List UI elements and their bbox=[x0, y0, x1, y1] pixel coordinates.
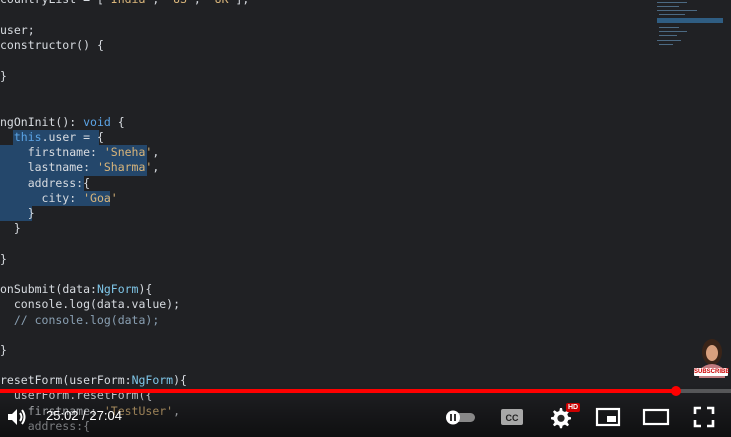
code-token: } bbox=[0, 206, 35, 220]
current-time: 25:02 bbox=[46, 408, 79, 423]
code-line: firstname: 'Sneha', bbox=[0, 145, 160, 160]
code-line: ngOnInit(): void { bbox=[0, 115, 125, 130]
code-line: } bbox=[0, 69, 7, 84]
minimap bbox=[657, 0, 723, 60]
volume-icon bbox=[8, 409, 26, 425]
code-token: console.log(data.value); bbox=[0, 297, 181, 311]
code-token: firstname: bbox=[0, 145, 104, 159]
code-line: lastname: 'Sharma', bbox=[0, 160, 160, 175]
code-line: onSubmit(data:NgForm){ bbox=[0, 282, 152, 297]
code-token: lastname: bbox=[0, 160, 97, 174]
code-line: city: 'Goa' bbox=[0, 191, 118, 206]
code-token: 'India' bbox=[104, 0, 152, 6]
code-token: { bbox=[110, 115, 125, 129]
code-token: city: bbox=[0, 191, 84, 205]
code-line: } bbox=[0, 343, 7, 358]
subscribe-label: SUBSCRIBE bbox=[694, 369, 730, 375]
code-token: } bbox=[0, 69, 7, 83]
code-token: 'Sharma' bbox=[96, 160, 153, 174]
code-token: .user = { bbox=[41, 130, 104, 144]
code-token: (data: bbox=[55, 282, 97, 296]
code-token: // console.log(data); bbox=[0, 313, 160, 327]
code-token: constructor bbox=[0, 38, 77, 52]
fullscreen-button[interactable] bbox=[692, 405, 716, 429]
code-token: ngOnInit bbox=[0, 115, 56, 129]
code-line: } bbox=[0, 221, 21, 236]
subscribe-watermark[interactable]: SUBSCRIBE bbox=[693, 336, 729, 378]
code-token: } bbox=[0, 343, 7, 357]
hd-badge: HD bbox=[566, 403, 581, 412]
captions-icon: CC bbox=[501, 409, 523, 425]
code-token: (): bbox=[55, 115, 84, 129]
duration: 27:04 bbox=[89, 408, 122, 423]
code-line: this.user = { bbox=[0, 130, 104, 145]
captions-button[interactable]: CC bbox=[500, 408, 524, 426]
svg-text:CC: CC bbox=[506, 413, 519, 423]
code-token: void bbox=[83, 115, 111, 129]
code-token: } bbox=[0, 252, 7, 266]
code-line: console.log(data.value); bbox=[0, 297, 180, 312]
code-token: NgForm bbox=[96, 282, 139, 296]
code-line: constructor() { bbox=[0, 38, 104, 53]
code-token: 'UK' bbox=[208, 0, 236, 6]
scrubber-handle[interactable] bbox=[671, 386, 681, 396]
code-line: address:{ bbox=[0, 176, 90, 191]
autoplay-toggle[interactable] bbox=[443, 408, 477, 426]
miniplayer-button[interactable] bbox=[595, 406, 621, 428]
code-token: , bbox=[152, 145, 160, 159]
code-token: , bbox=[152, 160, 160, 174]
theater-mode-icon bbox=[642, 408, 670, 426]
code-line: // console.log(data); bbox=[0, 313, 159, 328]
code-token: } bbox=[0, 221, 21, 235]
code-token: user; bbox=[0, 23, 35, 37]
code-token: countryList = [ bbox=[0, 0, 104, 6]
progress-played bbox=[0, 389, 676, 393]
code-token: 'US' bbox=[166, 0, 194, 6]
code-line: } bbox=[0, 206, 35, 221]
code-token: ]; bbox=[235, 0, 249, 6]
code-token: this bbox=[13, 130, 42, 144]
code-editor: countryList = ['India', 'US', 'UK']; user… bbox=[0, 0, 731, 437]
time-display: 25:02 / 27:04 bbox=[46, 408, 122, 424]
fullscreen-icon bbox=[693, 406, 715, 428]
autoplay-toggle-icon bbox=[446, 410, 475, 425]
code-line: } bbox=[0, 252, 7, 267]
volume-button[interactable] bbox=[6, 406, 28, 428]
time-separator: / bbox=[78, 408, 90, 423]
code-token: ){ bbox=[138, 282, 153, 296]
code-token: 'Goa' bbox=[83, 191, 118, 205]
code-token: , bbox=[152, 0, 166, 6]
code-token: address:{ bbox=[0, 176, 91, 190]
code-token: onSubmit bbox=[0, 282, 56, 296]
progress-bar[interactable] bbox=[0, 386, 731, 396]
code-line: countryList = ['India', 'US', 'UK']; bbox=[0, 0, 249, 7]
miniplayer-icon bbox=[595, 407, 621, 427]
code-token: 'Sneha' bbox=[103, 145, 153, 159]
code-token: , bbox=[194, 0, 208, 6]
theater-mode-button[interactable] bbox=[642, 406, 670, 428]
code-token: () { bbox=[76, 38, 104, 52]
code-line: user; bbox=[0, 23, 35, 38]
